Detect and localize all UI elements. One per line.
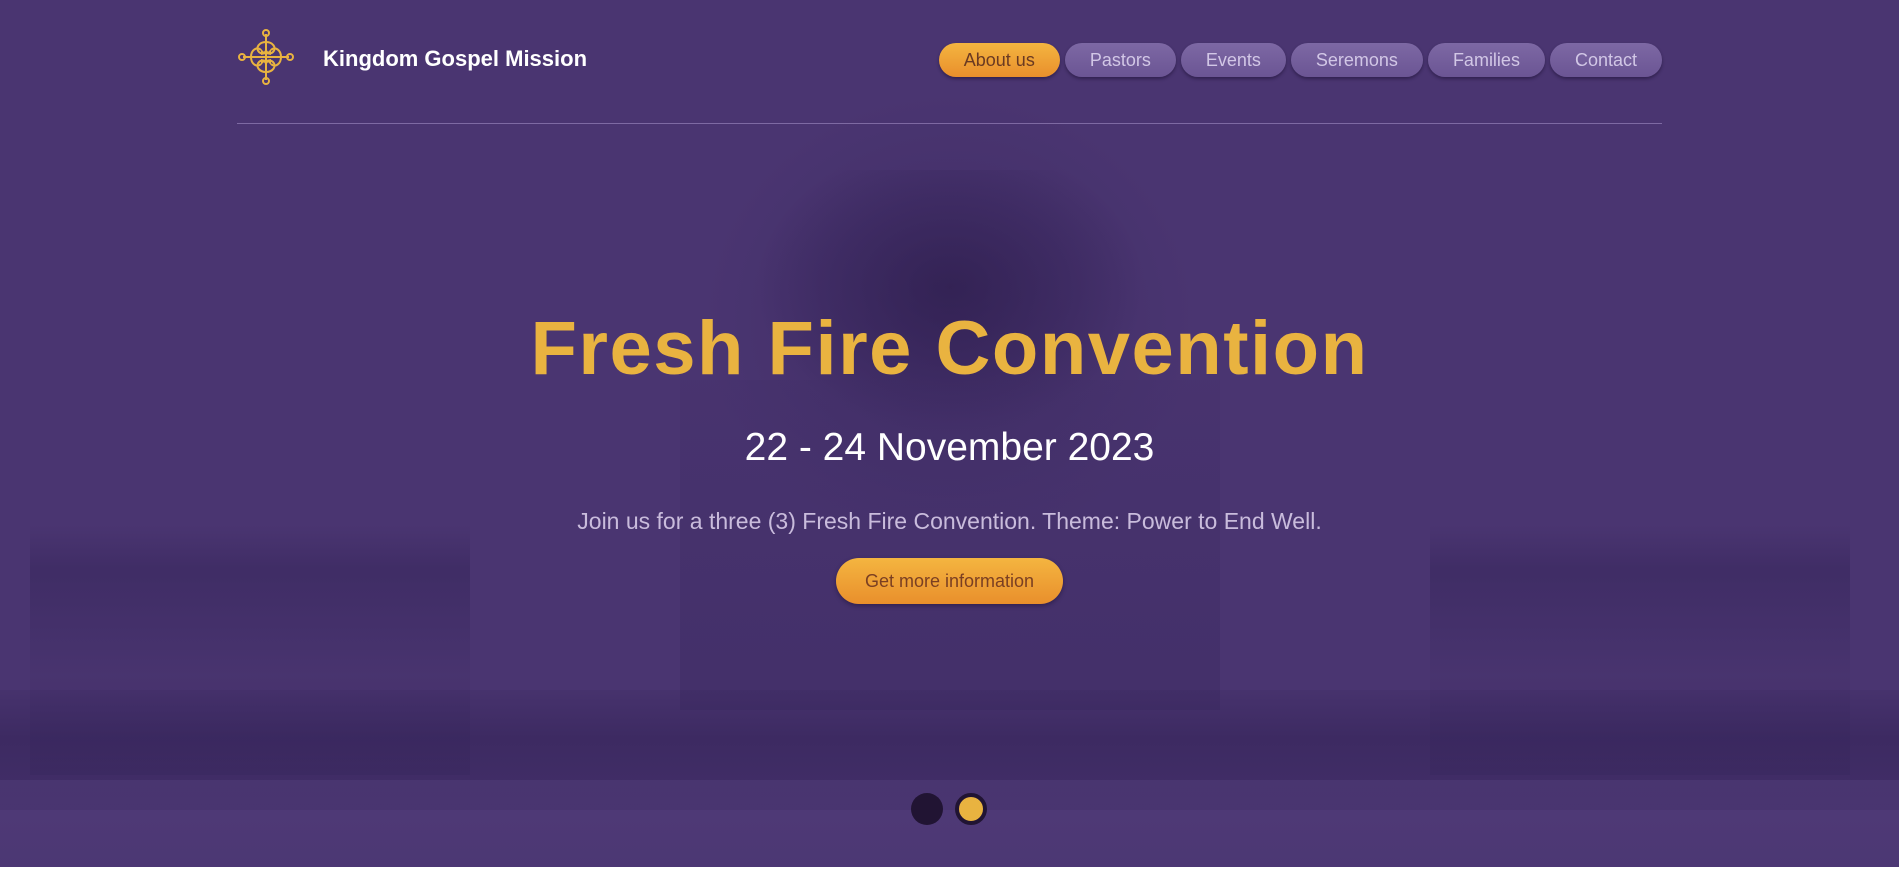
main-nav: About us Pastors Events Seremons Familie…: [938, 43, 1662, 77]
hero-section: Kingdom Gospel Mission About us Pastors …: [0, 0, 1899, 867]
nav-item-pastors[interactable]: Pastors: [1064, 43, 1176, 77]
get-more-information-button[interactable]: Get more information: [836, 558, 1063, 604]
nav-item-about-us[interactable]: About us: [938, 43, 1060, 77]
nav-item-families[interactable]: Families: [1427, 43, 1545, 77]
nav-item-contact[interactable]: Contact: [1549, 43, 1662, 77]
slider-dot-1[interactable]: [911, 793, 943, 825]
header-divider: [237, 123, 1662, 124]
nav-item-sermons[interactable]: Seremons: [1290, 43, 1423, 77]
nav-item-events[interactable]: Events: [1180, 43, 1286, 77]
hero-title: Fresh Fire Convention: [530, 306, 1369, 391]
slider-dot-2-active[interactable]: [955, 793, 987, 825]
event-date: 22 - 24 November 2023: [744, 426, 1155, 469]
ornate-cross-icon[interactable]: [237, 28, 295, 86]
brand-name[interactable]: Kingdom Gospel Mission: [323, 46, 587, 72]
site-header: Kingdom Gospel Mission About us Pastors …: [237, 28, 1662, 124]
slider-pagination: [911, 793, 991, 827]
event-description: Join us for a three (3) Fresh Fire Conve…: [577, 508, 1322, 534]
